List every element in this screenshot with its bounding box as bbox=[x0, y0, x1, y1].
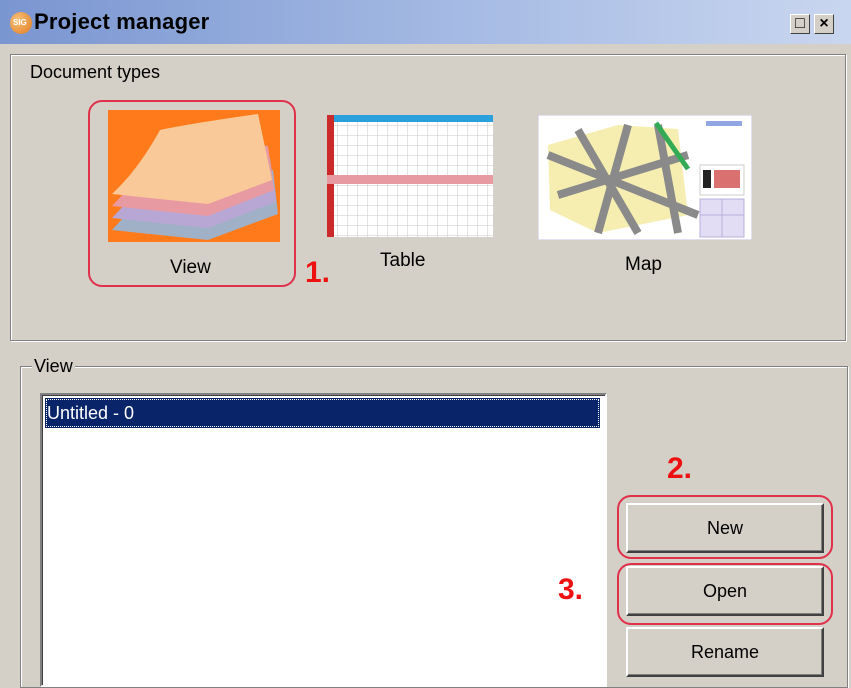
doc-type-map-label: Map bbox=[625, 254, 662, 275]
doc-type-table-label: Table bbox=[380, 250, 426, 271]
view-group-label: View bbox=[32, 356, 75, 377]
open-highlight bbox=[617, 563, 833, 625]
map-thumbnail-icon bbox=[538, 115, 752, 240]
project-list[interactable]: Untitled - 0 bbox=[40, 393, 607, 687]
step-2-annotation: 2. bbox=[667, 452, 693, 485]
close-button[interactable]: × bbox=[814, 14, 834, 34]
view-highlight bbox=[88, 100, 296, 287]
step-3-annotation: 3. bbox=[558, 573, 584, 606]
table-grid-icon bbox=[327, 115, 493, 237]
title-bar: SIG Project manager □ × bbox=[0, 0, 851, 44]
app-icon: SIG bbox=[10, 12, 32, 34]
doc-type-map[interactable]: Map bbox=[535, 112, 755, 292]
doc-type-table[interactable]: Table bbox=[315, 105, 495, 285]
rename-button[interactable]: Rename bbox=[626, 627, 824, 677]
list-item-selected[interactable]: Untitled - 0 bbox=[45, 398, 600, 428]
document-types-label: Document types bbox=[28, 62, 163, 83]
maximize-button[interactable]: □ bbox=[790, 14, 810, 34]
window-title: Project manager bbox=[34, 9, 210, 34]
new-highlight bbox=[617, 495, 833, 559]
